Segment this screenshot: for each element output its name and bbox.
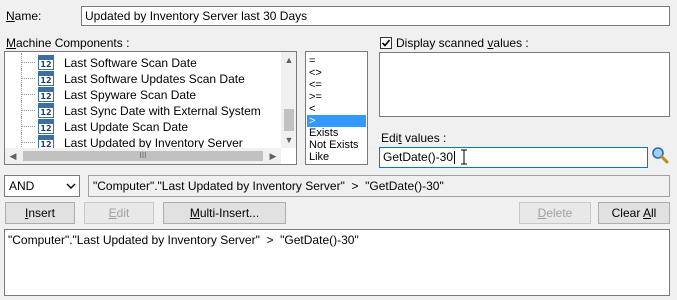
tree-connector — [21, 94, 35, 95]
vertical-scrollbar[interactable]: ▲ ▼ — [281, 52, 296, 148]
horizontal-scroll-thumb[interactable]: III — [23, 151, 263, 161]
calendar-icon: 12 — [38, 87, 54, 102]
edit-button[interactable]: Edit — [84, 202, 154, 224]
name-input-value: Updated by Inventory Server last 30 Days — [85, 9, 308, 23]
operator-rows: = <> <= >= < > Exists Not Exists Like — [306, 55, 367, 164]
tree-connector — [21, 62, 35, 63]
machine-components-label: Machine Components : — [6, 36, 130, 50]
tree-item-label: Last Update Scan Date — [64, 120, 189, 134]
edit-values-label: Edit values : — [381, 131, 447, 145]
operator-item[interactable]: > — [307, 115, 366, 127]
tree-connector — [21, 126, 35, 127]
multi-insert-button[interactable]: Multi-Insert... — [163, 202, 286, 224]
tree-item[interactable]: 12 Last Sync Date with External System — [5, 101, 281, 119]
tree-item-label: Last Sync Date with External System — [64, 104, 261, 118]
operator-item[interactable]: Exists — [307, 127, 366, 139]
logic-dropdown-value: AND — [9, 179, 35, 193]
checkmark-icon — [381, 39, 391, 47]
tree-item-label: Last Spyware Scan Date — [64, 88, 197, 102]
tree-rows: 12 Last Software Scan Date 12 Last Software… — [5, 53, 281, 151]
calendar-icon: 12 — [38, 71, 54, 86]
chevron-down-icon — [65, 180, 77, 192]
calendar-icon: 12 — [38, 55, 54, 70]
tree-connector — [21, 110, 35, 111]
horizontal-scrollbar[interactable]: ◀ III ▶ — [5, 148, 281, 164]
tree-connector — [21, 78, 35, 79]
operator-item[interactable]: >= — [307, 91, 366, 103]
tree-item[interactable]: 12 Last Software Scan Date — [5, 53, 281, 71]
text-caret — [454, 151, 456, 165]
ibeam-cursor-icon — [460, 149, 468, 165]
query-text: "Computer"."Last Updated by Inventory Se… — [8, 233, 359, 247]
query-textarea[interactable]: "Computer"."Last Updated by Inventory Se… — [4, 229, 670, 296]
scroll-down-icon[interactable]: ▼ — [281, 132, 296, 148]
tree-item[interactable]: 12 Last Spyware Scan Date — [5, 85, 281, 103]
clear-all-button[interactable]: Clear All — [598, 202, 670, 224]
operator-item[interactable]: Not Exists — [307, 139, 366, 151]
scroll-left-icon[interactable]: ◀ — [5, 148, 21, 164]
name-label: Name: — [6, 9, 42, 23]
machine-components-tree[interactable]: 12 Last Software Scan Date 12 Last Software… — [4, 51, 297, 165]
scanned-values-list[interactable] — [379, 52, 670, 117]
tree-item-label: Last Software Updates Scan Date — [64, 72, 245, 86]
operator-item[interactable]: Like — [307, 151, 366, 163]
operator-item[interactable]: <= — [307, 79, 366, 91]
name-input[interactable]: Updated by Inventory Server last 30 Days — [81, 6, 670, 26]
logic-dropdown[interactable]: AND — [4, 175, 80, 197]
vertical-scroll-thumb[interactable] — [284, 109, 294, 131]
scroll-right-icon[interactable]: ▶ — [265, 148, 281, 164]
calendar-icon: 12 — [38, 103, 54, 118]
tree-item-label: Last Software Scan Date — [64, 56, 197, 70]
operator-item[interactable]: = — [307, 55, 366, 67]
display-scanned-checkbox[interactable] — [380, 37, 392, 49]
operator-item[interactable]: <> — [307, 67, 366, 79]
display-scanned-label: Display scanned values : — [396, 36, 529, 50]
delete-button[interactable]: Delete — [519, 202, 591, 224]
calendar-icon: 12 — [38, 119, 54, 134]
insert-button[interactable]: Insert — [5, 202, 75, 224]
edit-values-input-value: GetDate()-30 — [383, 150, 456, 165]
scroll-up-icon[interactable]: ▲ — [281, 52, 296, 68]
tree-item[interactable]: 12 Last Software Updates Scan Date — [5, 69, 281, 87]
expression-preview: "Computer"."Last Updated by Inventory Se… — [88, 175, 670, 197]
operator-list[interactable]: = <> <= >= < > Exists Not Exists Like — [305, 51, 368, 165]
edit-values-input[interactable]: GetDate()-30 — [379, 147, 648, 168]
scroll-grip: III — [139, 151, 147, 160]
tree-item[interactable]: 12 Last Update Scan Date — [5, 117, 281, 135]
search-icon[interactable] — [651, 146, 669, 164]
operator-item[interactable]: < — [307, 103, 366, 115]
expression-preview-text: "Computer"."Last Updated by Inventory Se… — [93, 179, 444, 193]
tree-connector — [21, 142, 35, 143]
